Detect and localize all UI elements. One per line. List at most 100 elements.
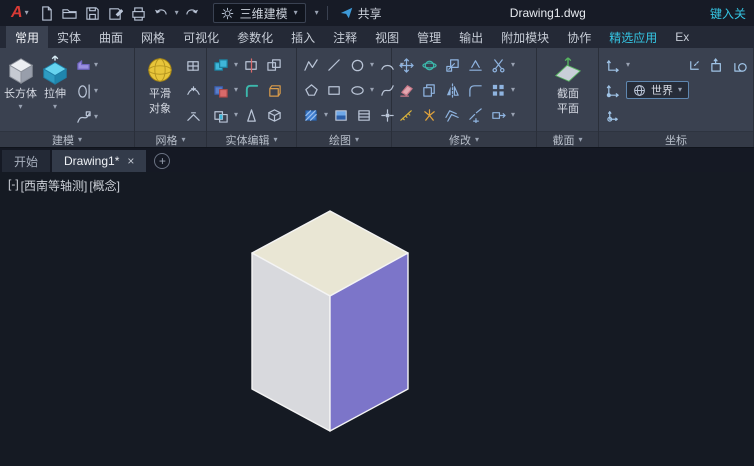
new-drawing-tab-button[interactable]: +	[154, 153, 171, 169]
stretch-icon	[491, 111, 506, 119]
open-file-button[interactable]	[60, 3, 80, 23]
ribbon-tab-insert[interactable]: 插入	[282, 26, 324, 48]
save-button[interactable]	[83, 3, 103, 23]
slice-button[interactable]	[241, 55, 261, 75]
fillet-button[interactable]	[465, 80, 485, 100]
panel-label-coordinates[interactable]: 坐标	[599, 131, 753, 147]
region-button[interactable]	[354, 105, 374, 125]
ribbon-tab-annotate[interactable]: 注释	[324, 26, 366, 48]
intersect-button[interactable]	[211, 105, 231, 125]
ribbon-tab-visualize[interactable]: 可视化	[174, 26, 228, 48]
share-button[interactable]: 共享	[336, 5, 386, 22]
ribbon-tab-collaborate[interactable]: 协作	[558, 26, 600, 48]
mesh-primitives-button[interactable]	[183, 55, 203, 75]
ucs-face-button[interactable]	[707, 55, 727, 75]
move-button[interactable]	[396, 55, 416, 75]
ucs-previous-button[interactable]	[684, 55, 704, 75]
ucs-object-button[interactable]	[730, 55, 750, 75]
rotate-3d-button[interactable]	[419, 55, 439, 75]
new-file-button[interactable]	[37, 3, 57, 23]
save-icon	[86, 6, 99, 20]
explode-button[interactable]	[419, 105, 439, 125]
stretch-button[interactable]	[488, 105, 508, 125]
rectangle-button[interactable]	[324, 80, 344, 100]
circle-button[interactable]	[347, 55, 367, 75]
ribbon-tab-view[interactable]: 视图	[366, 26, 408, 48]
gradient-button[interactable]	[331, 105, 351, 125]
subtract-button[interactable]	[211, 80, 231, 100]
viewport-menu-control[interactable]: [-]	[8, 177, 19, 194]
revolve-button[interactable]	[73, 81, 93, 101]
save-as-button[interactable]	[106, 3, 126, 23]
smooth-less-button[interactable]	[183, 107, 203, 127]
offset-button[interactable]	[442, 105, 462, 125]
scale-button[interactable]	[442, 55, 462, 75]
panel-label-modeling[interactable]: 建模 ▾	[0, 131, 134, 147]
ribbon-tab-output[interactable]: 输出	[450, 26, 492, 48]
extract-edges-button[interactable]	[264, 105, 284, 125]
hatch-button[interactable]	[301, 105, 321, 125]
ribbon-tab-express[interactable]: Ex	[666, 26, 698, 48]
start-tab[interactable]: 开始	[2, 150, 51, 172]
align-button[interactable]	[465, 55, 485, 75]
ribbon-tab-solid[interactable]: 实体	[48, 26, 90, 48]
sweep-button[interactable]	[73, 107, 93, 127]
ribbon-tab-surface[interactable]: 曲面	[90, 26, 132, 48]
trim-button[interactable]	[488, 55, 508, 75]
polyline-button[interactable]	[301, 55, 321, 75]
smooth-more-button[interactable]	[183, 81, 203, 101]
fillet-edge-button[interactable]	[241, 80, 261, 100]
array-button[interactable]	[488, 80, 508, 100]
measure-button[interactable]	[396, 105, 416, 125]
ribbon-tab-featured-apps[interactable]: 精选应用	[600, 26, 666, 48]
visual-style-control[interactable]: [概念]	[89, 177, 120, 194]
polysolid-button[interactable]	[73, 55, 93, 75]
interfere-button[interactable]	[264, 55, 284, 75]
copy-button[interactable]	[419, 80, 439, 100]
ribbon-tab-addins[interactable]: 附加模块	[492, 26, 558, 48]
shell-button[interactable]	[264, 80, 284, 100]
ucs-named-dropdown[interactable]: 世界 ▾	[626, 81, 690, 99]
app-menu-button[interactable]: A ▾	[6, 4, 34, 22]
smooth-object-button[interactable]: 平滑 对象	[139, 51, 181, 131]
workspace-selector[interactable]: 三维建模 ▾	[212, 3, 306, 23]
box-button[interactable]: 长方体 ▾	[4, 51, 37, 131]
rotate-3d-icon	[421, 60, 437, 70]
taper-faces-button[interactable]	[241, 105, 261, 125]
drawing-tab[interactable]: Drawing1* ×	[52, 150, 147, 172]
line-button[interactable]	[324, 55, 344, 75]
undo-button[interactable]	[152, 3, 172, 23]
qat-customize-button[interactable]: ▾	[315, 9, 319, 17]
panel-label-draw[interactable]: 绘图 ▾	[297, 131, 391, 147]
panel-label-mesh[interactable]: 网格 ▾	[135, 131, 206, 147]
named-ucs-button[interactable]	[603, 80, 623, 100]
section-plane-button[interactable]: 截面 平面	[552, 51, 584, 131]
redo-button[interactable]	[182, 3, 202, 23]
drawn-box-object[interactable]	[0, 172, 754, 466]
ellipse-button[interactable]	[347, 80, 367, 100]
ribbon-tab-home[interactable]: 常用	[6, 26, 49, 48]
view-control[interactable]: [西南等轴测]	[21, 177, 88, 194]
ribbon-tab-manage[interactable]: 管理	[408, 26, 450, 48]
ucs-origin-button[interactable]	[603, 105, 623, 125]
viewport-canvas[interactable]: [-] [西南等轴测] [概念]	[0, 172, 754, 466]
union-button[interactable]	[211, 55, 231, 75]
panel-label-section[interactable]: 截面 ▾	[537, 131, 598, 147]
ucs-button[interactable]	[603, 55, 623, 75]
panel-label-solid-editing[interactable]: 实体编辑 ▾	[207, 131, 296, 147]
join-button[interactable]	[465, 105, 485, 125]
mirror-button[interactable]	[442, 80, 462, 100]
extrude-icon	[42, 55, 68, 85]
polygon-button[interactable]	[301, 80, 321, 100]
close-icon[interactable]: ×	[127, 154, 134, 168]
ribbon-tab-mesh[interactable]: 网格	[132, 26, 174, 48]
plot-button[interactable]	[129, 3, 149, 23]
erase-button[interactable]	[396, 80, 416, 100]
interfere-icon	[266, 58, 281, 71]
ribbon-tab-parametric[interactable]: 参数化	[228, 26, 282, 48]
save-as-icon	[109, 7, 124, 20]
extrude-button[interactable]: 拉伸 ▾	[39, 51, 71, 131]
search-field[interactable]: 键入关	[710, 5, 748, 22]
undo-chevron-icon[interactable]: ▾	[175, 9, 179, 17]
panel-label-modify[interactable]: 修改 ▾	[392, 131, 536, 147]
